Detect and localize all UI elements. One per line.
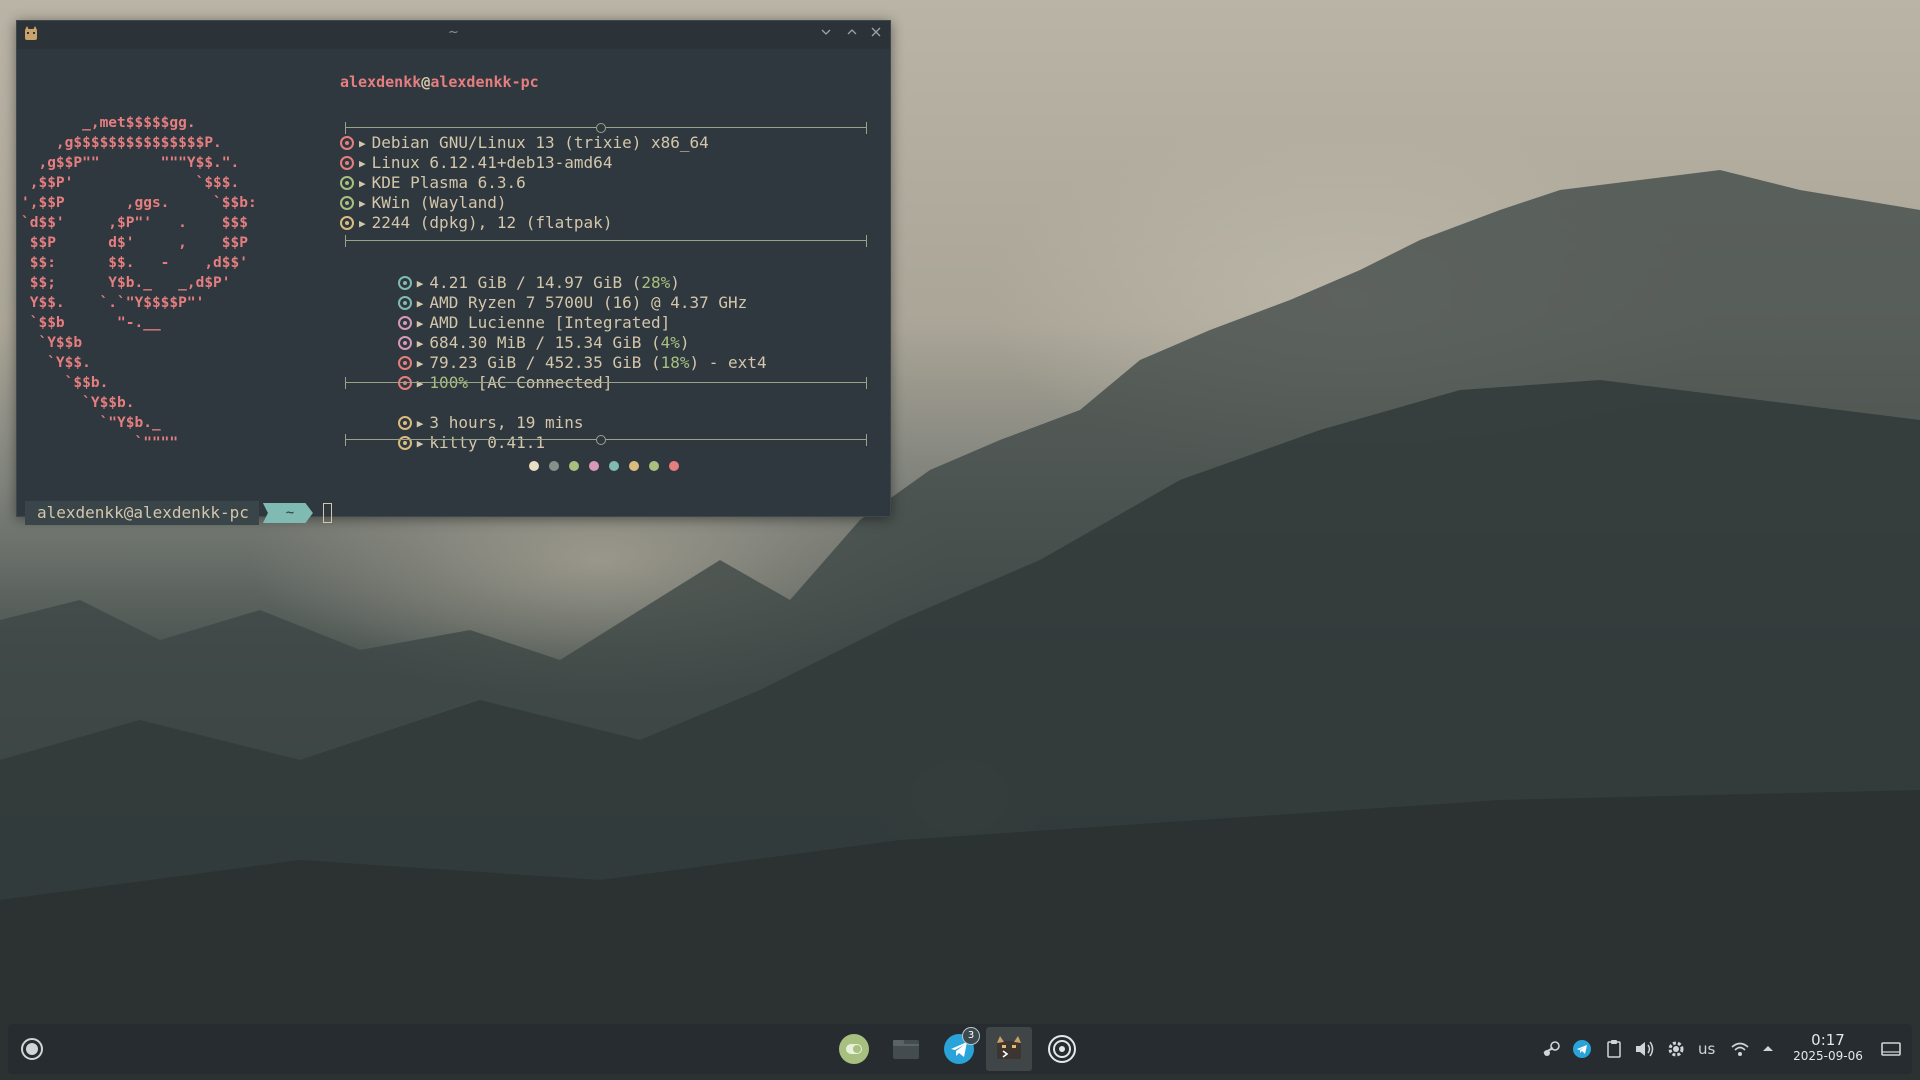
palette-dot [649,461,659,471]
clipboard-icon[interactable] [1604,1039,1624,1059]
chevron-up-icon [847,29,857,35]
shell-prompt[interactable]: alexdenkk@alexdenkk-pc ~ [25,501,332,525]
volume-icon[interactable] [1634,1039,1656,1059]
wifi-icon[interactable] [1730,1039,1750,1059]
info-row-uptime: ▶ 3 hours, 19 mins [340,393,584,432]
keyboard-layout-indicator[interactable]: us [1698,1039,1722,1059]
terminal-cursor [322,503,332,523]
fetch-user: alexdenkk [340,73,422,91]
maximize-button[interactable] [843,25,861,43]
app-launcher-icon[interactable] [20,1037,44,1061]
divider-middle-1 [345,235,867,247]
info-text: 2244 (dpkg), 12 (flatpak) [371,213,613,232]
close-icon [871,27,881,37]
bullet-icon [340,156,354,170]
window-titlebar[interactable]: ~ [17,21,890,49]
disk-text-end: ) - ext4 [689,353,767,372]
show-desktop-icon[interactable] [1880,1039,1902,1059]
bullet-icon [340,176,354,190]
prompt-user-host: alexdenkk@alexdenkk-pc [25,501,259,525]
palette-dot [609,461,619,471]
fetch-at: @ [421,73,431,91]
palette-dot [529,461,539,471]
info-row-gpu: ▶ AMD Lucienne [Integrated] [340,293,670,332]
info-row-swap: ▶ 684.30 MiB / 15.34 GiB (4%) [340,313,690,352]
clock[interactable]: 0:17 2025-09-06 [1788,1032,1868,1064]
info-row-memory: ▶ 4.21 GiB / 14.97 GiB (28%) [340,253,680,292]
bullet-icon [340,136,354,150]
taskbar: 3 us 0:17 2025-09-06 [8,1024,1912,1074]
terminal-window[interactable]: ~ alexdenkk@alexdenkk-pc _,met$$$$$gg. ,… [16,20,891,525]
clock-time: 0:17 [1811,1031,1845,1049]
info-row-disk: ▶ 79.23 GiB / 452.35 GiB (18%) - ext4 [340,333,767,372]
terminal-content[interactable]: alexdenkk@alexdenkk-pc _,met$$$$$gg. ,g$… [17,49,890,525]
tray-expand-icon[interactable] [1760,1039,1776,1059]
bullet-icon [340,196,354,210]
bullet-icon [340,216,354,230]
telegram-badge: 3 [962,1027,980,1045]
info-row: ▶ Linux 6.12.41+deb13-amd64 [340,153,612,173]
palette-dot [589,461,599,471]
steam-like-icon[interactable] [1046,1033,1078,1065]
chevron-down-icon [821,29,831,35]
palette-dot [569,461,579,471]
palette-dot [669,461,679,471]
telegram-button[interactable]: 3 [943,1027,980,1065]
info-row-battery: ▶ 100% [AC Connected] [340,353,612,392]
close-button[interactable] [867,25,885,43]
clock-date: 2025-09-06 [1793,1049,1863,1063]
disk-percent: 18% [660,353,690,372]
info-row: ▶ KWin (Wayland) [340,193,506,213]
file-manager-icon[interactable] [890,1033,922,1065]
steam-tray-icon[interactable] [1542,1039,1562,1059]
info-text: KWin (Wayland) [371,193,507,212]
palette-dot [629,461,639,471]
palette-dot [549,461,559,471]
divider-bottom [345,434,867,446]
info-row: ▶ 2244 (dpkg), 12 (flatpak) [340,213,612,233]
info-text: Linux 6.12.41+deb13-amd64 [371,153,613,172]
info-row-cpu: ▶ AMD Ryzen 7 5700U (16) @ 4.37 GHz [340,273,747,312]
telegram-tray-icon[interactable] [1572,1039,1592,1059]
toggle-app-icon[interactable] [838,1033,870,1065]
minimize-button[interactable] [817,25,835,43]
info-text: Debian GNU/Linux 13 (trixie) x86_64 [371,133,709,152]
info-row: ▶ KDE Plasma 6.3.6 [340,173,526,193]
window-title: ~ [448,25,459,40]
divider-middle-2 [345,377,867,389]
info-row-terminal: ▶ kitty 0.41.1 [340,413,545,452]
settings-gear-icon[interactable] [1666,1039,1686,1059]
debian-ascii-logo: _,met$$$$$gg. ,g$$$$$$$$$$$$$$$P. ,g$$P"… [21,115,257,451]
fetch-user-host: alexdenkk@alexdenkk-pc [340,73,539,91]
fetch-host: alexdenkk-pc [430,73,539,91]
color-palette [529,456,689,471]
info-text: KDE Plasma 6.3.6 [371,173,526,192]
info-row: ▶ Debian GNU/Linux 13 (trixie) x86_64 [340,133,709,153]
prompt-directory: ~ [262,503,313,523]
terminal-icon[interactable] [993,1033,1025,1065]
